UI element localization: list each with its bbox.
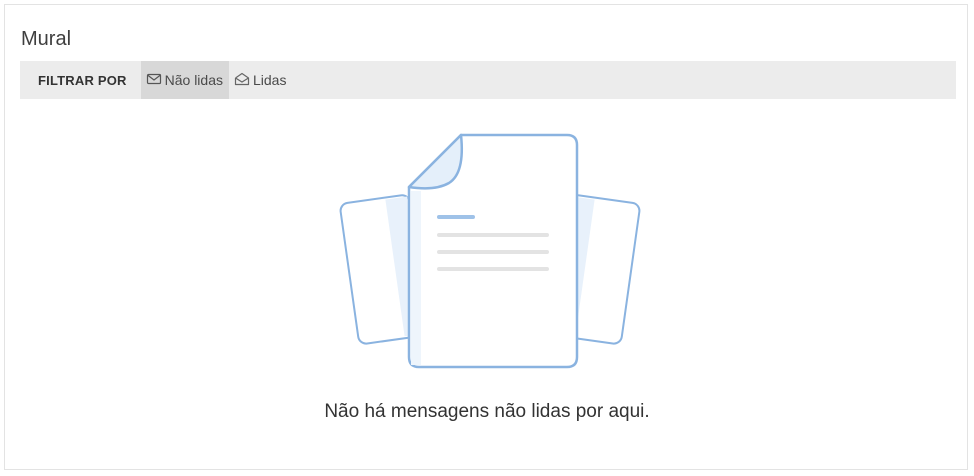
envelope-open-icon	[234, 72, 253, 89]
filter-label: FILTRAR POR	[38, 72, 127, 88]
empty-state-message: Não há mensagens não lidas por aqui.	[324, 401, 650, 422]
envelope-closed-icon	[146, 72, 165, 89]
filter-unread-button[interactable]: Não lidas	[140, 61, 229, 99]
filter-read-label: Lidas	[253, 72, 287, 88]
card-title: Mural	[21, 28, 72, 50]
filter-read-button[interactable]: Lidas	[229, 61, 292, 99]
filter-bar: FILTRAR POR Não lidas Lidas	[20, 61, 956, 99]
filter-unread-label: Não lidas	[164, 72, 223, 88]
documents-icon	[335, 129, 645, 374]
mural-card: Mural FILTRAR POR Não lidas Lidas Não há…	[4, 4, 968, 470]
